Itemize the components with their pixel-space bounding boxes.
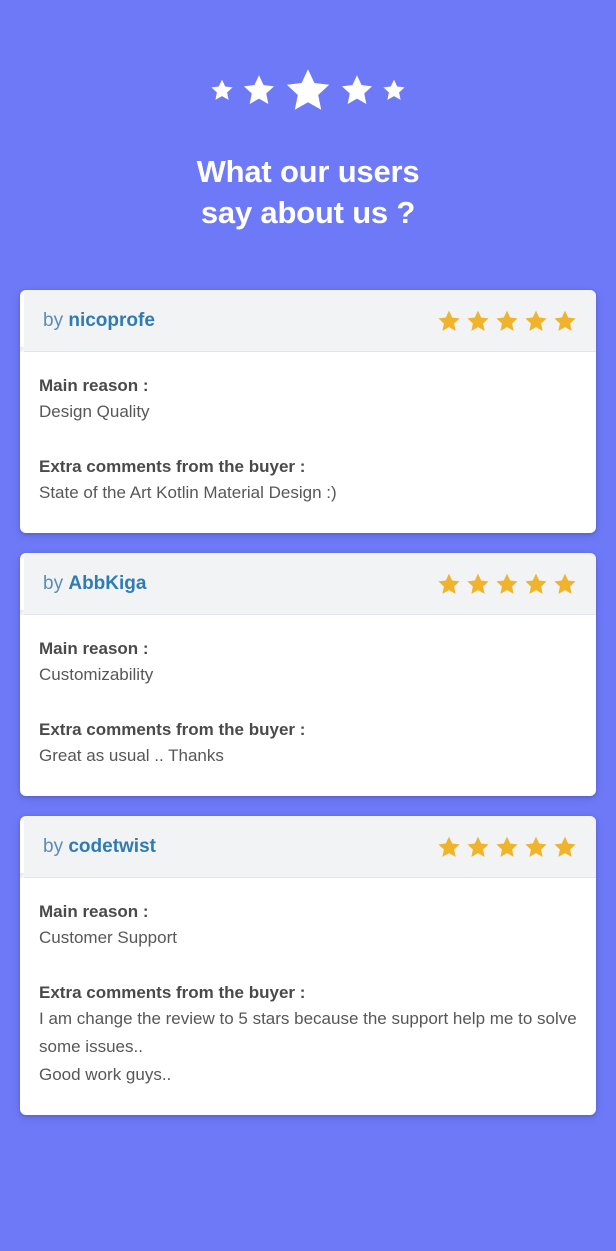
- star-icon: [496, 573, 518, 594]
- review-list: by nicoprofe Main reason : Design Qualit…: [0, 290, 616, 1115]
- comment-line: Good work guys..: [39, 1065, 172, 1084]
- hero-star-rating: [0, 62, 616, 118]
- comment-line: Great as usual .. Thanks: [39, 746, 224, 765]
- extra-comments-block: Extra comments from the buyer : I am cha…: [39, 980, 577, 1089]
- reviewer: by AbbKiga: [43, 573, 146, 595]
- page-title-line-2: say about us ?: [200, 195, 416, 230]
- by-prefix: by: [43, 835, 64, 857]
- extra-comments-value: I am change the review to 5 stars becaus…: [39, 1005, 577, 1089]
- review-card-header: by codetwist: [20, 816, 596, 878]
- star-icon: [438, 836, 460, 857]
- hero-star-4-icon: [341, 75, 373, 105]
- main-reason-value: Design Quality: [39, 402, 150, 421]
- extra-comments-block: Extra comments from the buyer : Great as…: [39, 717, 577, 770]
- reviewer: by codetwist: [43, 836, 156, 858]
- hero-star-2-icon: [243, 75, 275, 105]
- main-reason-label: Main reason :: [39, 376, 149, 395]
- hero-star-5-icon: [383, 79, 405, 100]
- review-card[interactable]: by AbbKiga Main reason : Customizability: [20, 553, 596, 796]
- review-card[interactable]: by codetwist Main reason : Customer Supp…: [20, 816, 596, 1115]
- review-card[interactable]: by nicoprofe Main reason : Design Qualit…: [20, 290, 596, 533]
- main-reason-block: Main reason : Customizability: [39, 636, 577, 689]
- star-icon: [496, 310, 518, 331]
- comment-line: State of the Art Kotlin Material Design …: [39, 483, 337, 502]
- extra-comments-value: Great as usual .. Thanks: [39, 742, 577, 770]
- reviews-screen: What our users say about us ? by nicopro…: [0, 0, 616, 1251]
- main-reason-value: Customer Support: [39, 928, 177, 947]
- star-icon: [525, 310, 547, 331]
- page-title-line-1: What our users: [196, 154, 420, 189]
- star-icon: [467, 573, 489, 594]
- main-reason-value: Customizability: [39, 665, 154, 684]
- main-reason-block: Main reason : Customer Support: [39, 899, 577, 952]
- extra-comments-value: State of the Art Kotlin Material Design …: [39, 479, 577, 507]
- review-card-body: Main reason : Customizability Extra comm…: [20, 615, 596, 796]
- extra-comments-label: Extra comments from the buyer :: [39, 720, 306, 739]
- reviewer-handle[interactable]: codetwist: [68, 836, 156, 857]
- star-icon: [438, 573, 460, 594]
- reviewer-handle[interactable]: nicoprofe: [68, 310, 155, 331]
- comment-line: I am change the review to 5 stars becaus…: [39, 1009, 577, 1056]
- main-reason-label: Main reason :: [39, 639, 149, 658]
- extra-comments-block: Extra comments from the buyer : State of…: [39, 454, 577, 507]
- star-icon: [438, 310, 460, 331]
- star-icon: [554, 573, 576, 594]
- hero-star-1-icon: [211, 79, 233, 100]
- main-reason-block: Main reason : Design Quality: [39, 373, 577, 426]
- review-rating: [437, 309, 577, 333]
- review-rating: [437, 835, 577, 859]
- star-icon: [467, 310, 489, 331]
- star-icon: [554, 836, 576, 857]
- by-prefix: by: [43, 572, 64, 594]
- review-card-body: Main reason : Design Quality Extra comme…: [20, 352, 596, 533]
- review-card-body: Main reason : Customer Support Extra com…: [20, 878, 596, 1115]
- page-title: What our users say about us ?: [0, 151, 616, 233]
- main-reason-label: Main reason :: [39, 902, 149, 921]
- reviewer: by nicoprofe: [43, 310, 155, 332]
- by-prefix: by: [43, 309, 64, 331]
- extra-comments-label: Extra comments from the buyer :: [39, 457, 306, 476]
- review-rating: [437, 572, 577, 596]
- star-icon: [496, 836, 518, 857]
- hero-star-3-icon: [286, 69, 330, 110]
- star-icon: [525, 573, 547, 594]
- hero-section: What our users say about us ?: [0, 0, 616, 233]
- extra-comments-label: Extra comments from the buyer :: [39, 983, 306, 1002]
- review-card-header: by nicoprofe: [20, 290, 596, 352]
- reviewer-handle[interactable]: AbbKiga: [68, 573, 146, 594]
- review-card-header: by AbbKiga: [20, 553, 596, 615]
- star-icon: [525, 836, 547, 857]
- star-icon: [467, 836, 489, 857]
- star-icon: [554, 310, 576, 331]
